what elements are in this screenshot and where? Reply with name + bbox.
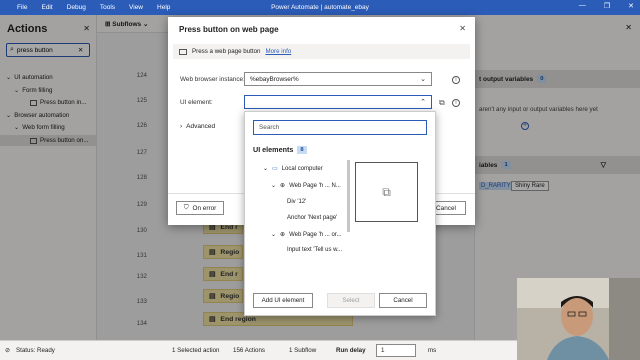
web-page-icon: [179, 48, 187, 55]
subflow-count: 1 Subflow: [289, 347, 317, 354]
dropdown-scrollbar[interactable]: [347, 160, 350, 232]
on-error-button[interactable]: ⛉ On error: [176, 201, 224, 215]
status-text: Status: Ready: [16, 347, 55, 354]
dialog-info-bar: Press a web page button More info: [173, 44, 470, 59]
computer-icon: ▭: [272, 166, 278, 172]
tree-node-web-page[interactable]: ⌄ ⊕ Web Page 'h ... N...: [271, 182, 341, 190]
layers-icon[interactable]: ⧉: [439, 98, 445, 108]
ui-elements-label: UI elements: [253, 145, 294, 154]
restore-icon[interactable]: ❐: [604, 2, 610, 10]
presenter-image: [517, 278, 640, 360]
info-icon[interactable]: i: [452, 99, 460, 107]
menu-view[interactable]: View: [122, 4, 150, 11]
shield-icon: ⛉: [183, 204, 189, 211]
ui-element-dropdown: Search UI elements 8 ⌄ ▭ Local computer …: [244, 111, 436, 316]
dialog-info-text: Press a web page button: [192, 48, 261, 55]
actions-count: 156 Actions: [233, 347, 265, 354]
title-bar: File Edit Debug Tools View Help Power Au…: [0, 0, 640, 15]
ui-element-preview: ⧉: [355, 162, 418, 222]
status-icon: ⊘: [5, 347, 11, 354]
tree-node-element[interactable]: Anchor 'Next page': [287, 215, 337, 221]
menu-help[interactable]: Help: [150, 4, 177, 11]
dialog-title: Press button on web page: [179, 25, 279, 34]
globe-icon: ⊕: [280, 183, 286, 189]
chevron-up-icon: ⌃: [420, 99, 426, 106]
ui-element-label: UI element:: [180, 99, 213, 106]
menu-tools[interactable]: Tools: [93, 4, 122, 11]
menu-edit[interactable]: Edit: [34, 4, 59, 11]
run-delay-unit: ms: [428, 347, 437, 354]
info-icon[interactable]: i: [452, 76, 460, 84]
tree-node-web-page[interactable]: ⌄ ⊕ Web Page 'h ... or...: [271, 231, 342, 239]
dropdown-cancel-button[interactable]: Cancel: [379, 293, 427, 308]
window-controls: — ❐ ✕: [579, 2, 634, 10]
more-info-link[interactable]: More info: [265, 48, 291, 55]
chevron-down-icon: ⌄: [271, 183, 277, 189]
select-button[interactable]: Select: [327, 293, 375, 308]
ui-elements-heading: UI elements 8: [253, 145, 307, 154]
advanced-label: Advanced: [186, 123, 216, 130]
node-label: Web Page 'h ... N...: [289, 182, 341, 189]
close-icon[interactable]: ✕: [628, 2, 634, 10]
tree-node-element[interactable]: Div '12': [287, 199, 306, 205]
browser-instance-label: Web browser instance:: [180, 76, 245, 83]
close-icon[interactable]: ✕: [459, 24, 466, 33]
browser-instance-select[interactable]: %ebayBrowser% ⌄: [244, 72, 432, 86]
tree-node-local-computer[interactable]: ⌄ ▭ Local computer: [263, 165, 323, 173]
chevron-right-icon: ›: [180, 123, 183, 130]
chevron-down-icon: ⌄: [271, 232, 277, 238]
chevron-down-icon: ⌄: [263, 166, 269, 172]
run-delay-label: Run delay: [336, 347, 366, 354]
browser-instance-value: %ebayBrowser%: [250, 75, 299, 83]
chevron-down-icon: ⌄: [420, 76, 426, 83]
layers-icon: ⧉: [382, 184, 391, 199]
selected-count: 1 Selected action: [172, 347, 220, 354]
ui-element-search-input[interactable]: Search: [253, 120, 427, 135]
run-delay-input[interactable]: 1: [376, 344, 416, 357]
menu-file[interactable]: File: [10, 4, 34, 11]
ui-element-select[interactable]: ⌃: [244, 95, 432, 109]
globe-icon: ⊕: [280, 232, 286, 238]
tree-node-element[interactable]: Input text 'Tell us w...: [287, 247, 342, 253]
node-label: Local computer: [281, 165, 323, 172]
minimize-icon[interactable]: —: [579, 2, 586, 10]
advanced-toggle[interactable]: › Advanced: [180, 123, 215, 130]
add-ui-element-button[interactable]: Add UI element: [253, 293, 313, 308]
on-error-label: On error: [192, 204, 217, 212]
presenter-webcam: [517, 278, 640, 360]
menu-bar: File Edit Debug Tools View Help: [10, 4, 177, 11]
node-label: Web Page 'h ... or...: [289, 231, 342, 238]
menu-debug[interactable]: Debug: [60, 4, 93, 11]
ui-elements-count-badge: 8: [297, 145, 307, 154]
